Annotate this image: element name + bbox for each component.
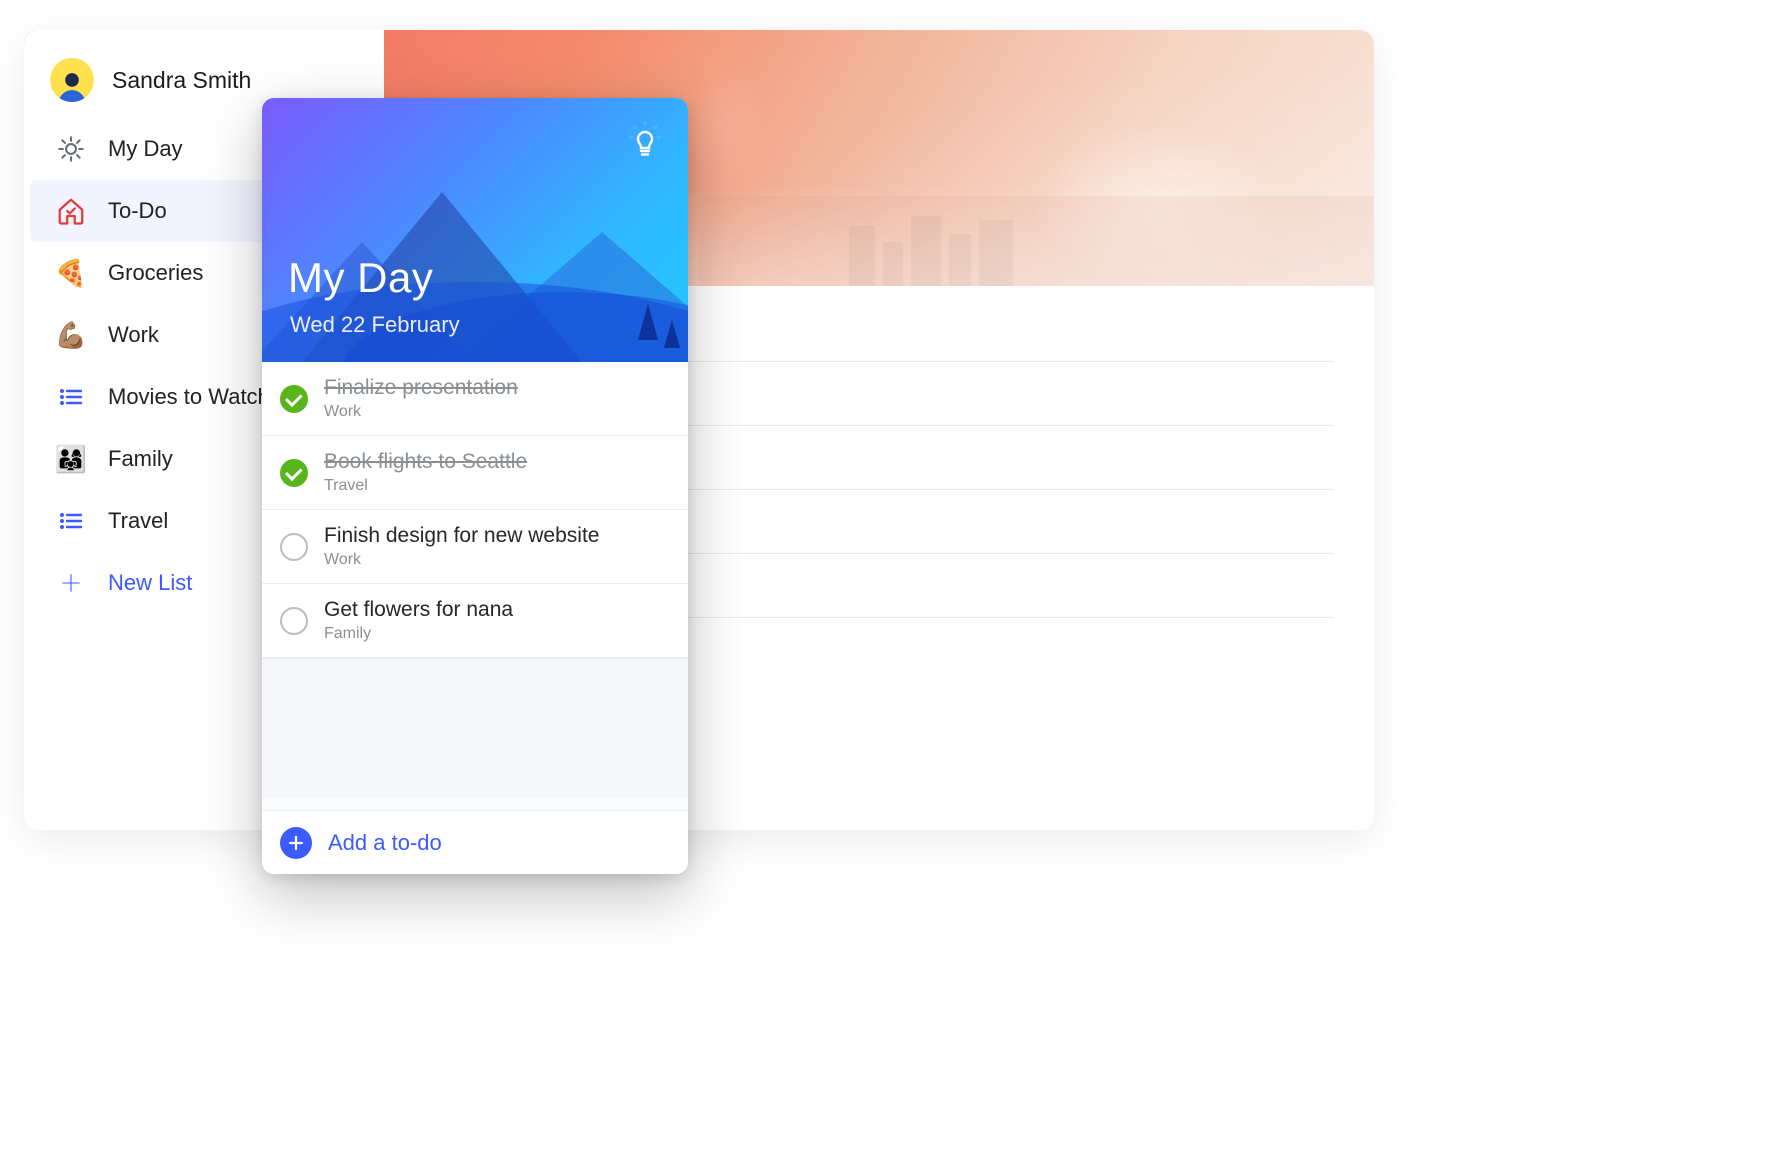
task-list-name: Family — [324, 625, 513, 643]
task-row[interactable]: Get flowers for nana Family — [262, 584, 688, 658]
task-checkbox[interactable] — [280, 533, 308, 561]
list-icon — [54, 511, 88, 531]
lightbulb-icon — [625, 119, 665, 164]
plus-circle-icon — [280, 827, 312, 859]
pizza-emoji: 🍕 — [54, 258, 88, 289]
task-list-name: Travel — [324, 477, 527, 495]
task-title: Get flowers for nana — [324, 598, 513, 622]
sidebar-item-label: Travel — [108, 508, 168, 534]
sun-icon — [54, 135, 88, 163]
task-list-name: Work — [324, 551, 599, 569]
task-row[interactable]: Book flights to Seattle Travel — [262, 436, 688, 510]
sidebar-item-label: To-Do — [108, 198, 167, 224]
myday-card: My Day Wed 22 February — [262, 98, 688, 874]
family-emoji: 👨‍👩‍👧 — [54, 444, 88, 475]
task-title: Finalize presentation — [324, 376, 518, 400]
new-list-label: New List — [108, 570, 192, 596]
task-checkbox[interactable] — [280, 607, 308, 635]
task-checkbox[interactable] — [280, 459, 308, 487]
sidebar-item-label: Movies to Watch — [108, 384, 270, 410]
arm-emoji: 💪🏽 — [54, 320, 88, 351]
plus-icon — [54, 570, 88, 596]
task-list-name: Work — [324, 403, 518, 421]
app-window: o practice r new clients at the garage e… — [24, 30, 1374, 830]
add-todo-label: Add a to-do — [328, 830, 442, 856]
home-check-icon — [54, 196, 88, 226]
task-row[interactable]: Finish design for new website Work — [262, 510, 688, 584]
list-icon — [54, 387, 88, 407]
avatar — [50, 58, 94, 102]
suggestions-button[interactable] — [622, 118, 668, 164]
myday-hero: My Day Wed 22 February — [262, 98, 688, 362]
task-checkbox[interactable] — [280, 385, 308, 413]
myday-title: My Day — [288, 254, 433, 302]
add-todo-button[interactable]: Add a to-do — [262, 810, 688, 874]
task-title: Finish design for new website — [324, 524, 599, 548]
sidebar-item-label: Work — [108, 322, 159, 348]
task-title: Book flights to Seattle — [324, 450, 527, 474]
sidebar-item-label: My Day — [108, 136, 183, 162]
sidebar-item-label: Family — [108, 446, 173, 472]
profile-name: Sandra Smith — [112, 67, 251, 94]
sidebar-item-label: Groceries — [108, 260, 203, 286]
task-row[interactable]: Finalize presentation Work — [262, 362, 688, 436]
task-list: Finalize presentation Work Book flights … — [262, 362, 688, 658]
myday-date: Wed 22 February — [290, 312, 460, 338]
task-list-empty-area — [262, 658, 688, 798]
